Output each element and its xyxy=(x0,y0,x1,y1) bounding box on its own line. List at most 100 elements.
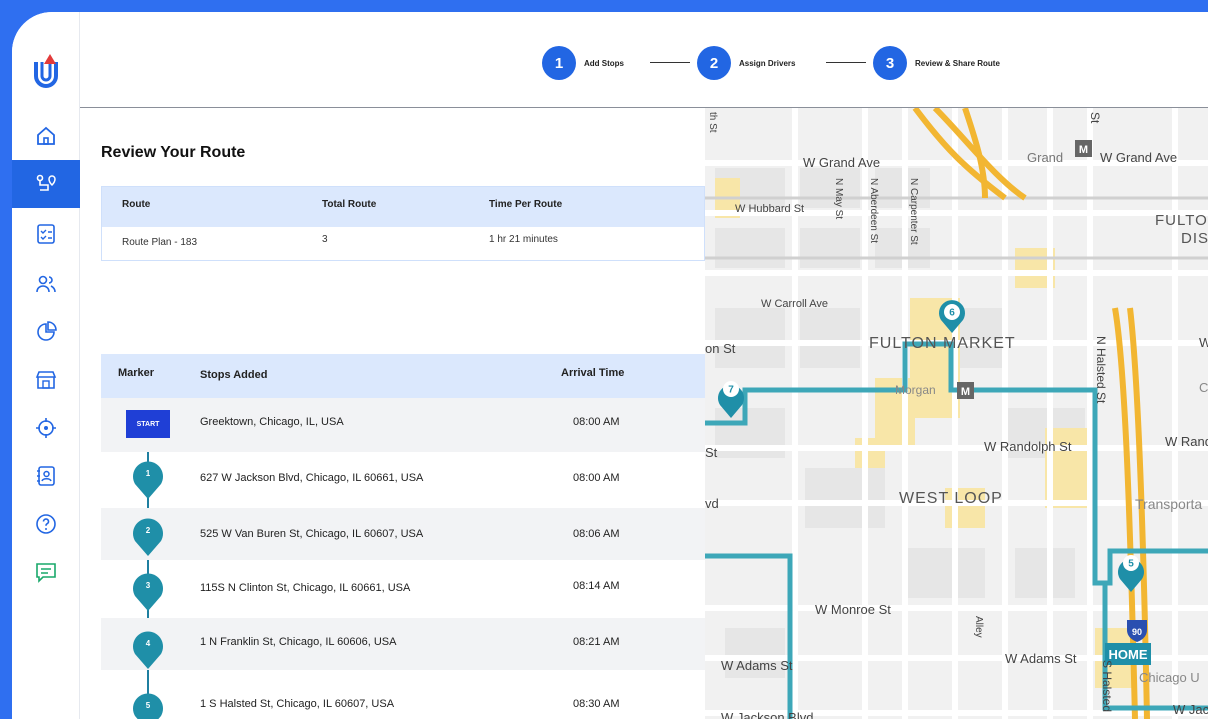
column-header: Stops Added xyxy=(200,369,268,381)
place-label: Grand xyxy=(1027,150,1064,165)
shield-number: 90 xyxy=(1132,627,1142,637)
sidebar xyxy=(12,12,80,719)
svg-text:M: M xyxy=(961,386,970,398)
users-icon xyxy=(36,275,56,293)
place-label: Chicago U xyxy=(1139,670,1200,685)
step-number: 3 xyxy=(873,46,907,80)
table-row[interactable]: 3 115S N Clinton St, Chicago, IL 60661, … xyxy=(101,560,705,618)
map-canvas[interactable]: 6 7 5 HOME 90 M M xyxy=(705,108,1208,719)
stop-address: 1 N Franklin St, Chicago, IL 60606, USA xyxy=(200,636,397,648)
column-header: Route xyxy=(122,199,151,210)
street-label: W Grand Ave xyxy=(803,155,881,170)
stop-marker-pin: 2 xyxy=(131,517,165,557)
street-label: N Aberdeen St xyxy=(868,178,879,244)
stop-address: Greektown, Chicago, IL, USA xyxy=(200,416,344,428)
marker-number: 4 xyxy=(145,639,151,648)
street-label: W Adams St xyxy=(1005,651,1077,666)
marker-number: 2 xyxy=(145,526,151,535)
marker-number: 7 xyxy=(728,385,734,396)
street-label: N Halsted St xyxy=(1094,336,1108,404)
nav-drivers[interactable] xyxy=(12,260,80,308)
route-icon xyxy=(36,174,56,191)
street-label: on St xyxy=(705,341,736,356)
arrival-time: 08:06 AM xyxy=(573,528,620,540)
nav-tasks[interactable] xyxy=(12,210,80,258)
route-name: Route Plan - 183 xyxy=(122,237,198,248)
home-label: HOME xyxy=(1109,647,1148,662)
app-logo[interactable] xyxy=(28,50,64,94)
stop-address: 115S N Clinton St, Chicago, IL 60661, US… xyxy=(200,582,411,594)
street-label: Alley xyxy=(973,616,984,638)
table-row[interactable]: 1 627 W Jackson Blvd, Chicago, IL 60661,… xyxy=(101,452,705,508)
arrival-time: 08:00 AM xyxy=(573,416,620,428)
route-summary-table: Route Total Route Time Per Route Route P… xyxy=(101,186,705,261)
street-label: W Hubbard St xyxy=(735,203,805,215)
column-header: Marker xyxy=(118,367,155,379)
stop-address: 1 S Halsted St, Chicago, IL 60607, USA xyxy=(200,698,395,710)
street-label: W Rand xyxy=(1165,434,1208,449)
place-label: Transporta xyxy=(1135,496,1203,512)
street-label: N Carpenter St xyxy=(908,178,919,245)
table-row[interactable]: START Greektown, Chicago, IL, USA 08:00 … xyxy=(101,398,705,452)
street-label: W Monroe St xyxy=(815,602,891,617)
step-number: 2 xyxy=(697,46,731,80)
street-label: th St xyxy=(707,112,718,133)
district-label: WEST LOOP xyxy=(899,490,1003,507)
stepper-bar: 1 Add Stops 2 Assign Drivers 3 Review & … xyxy=(80,12,1208,108)
column-header: Time Per Route xyxy=(489,199,563,210)
step-number: 1 xyxy=(542,46,576,80)
street-label: St xyxy=(705,445,718,460)
marker-number: 5 xyxy=(145,701,151,710)
table-row[interactable]: 2 525 W Van Buren St, Chicago, IL 60607,… xyxy=(101,508,705,560)
step-assign-drivers[interactable]: 2 Assign Drivers xyxy=(697,46,795,80)
marker-number: 3 xyxy=(145,581,151,590)
step-divider xyxy=(826,62,866,63)
nav-help[interactable] xyxy=(12,500,80,548)
street-label: W Jackson Blvd xyxy=(721,710,814,719)
street-label: vd xyxy=(705,496,719,511)
nav-contacts[interactable] xyxy=(12,452,80,500)
marker-number: 5 xyxy=(1128,559,1134,570)
step-add-stops[interactable]: 1 Add Stops xyxy=(542,46,624,80)
review-panel: Review Your Route Route Total Route Time… xyxy=(80,108,705,719)
street-label: W Jac xyxy=(1173,702,1208,717)
table-row[interactable]: 4 1 N Franklin St, Chicago, IL 60606, US… xyxy=(101,618,705,670)
start-marker: START xyxy=(126,410,170,438)
help-icon xyxy=(36,514,56,534)
district-label: FULTO xyxy=(1155,212,1208,229)
step-review-share[interactable]: 3 Review & Share Route xyxy=(873,46,1000,80)
street-label: W Grand Ave xyxy=(1100,150,1178,165)
column-header: Arrival Time xyxy=(561,367,625,379)
step-label: Assign Drivers xyxy=(739,58,796,68)
street-label: N May St xyxy=(833,178,844,220)
stop-marker-pin: 1 xyxy=(131,460,165,500)
step-label: Review & Share Route xyxy=(915,58,1000,68)
nav-analytics[interactable] xyxy=(12,308,80,356)
store-icon xyxy=(35,371,57,389)
nav-tracking[interactable] xyxy=(12,404,80,452)
table-row[interactable]: 5 1 S Halsted St, Chicago, IL 60607, USA… xyxy=(101,670,705,719)
table-row[interactable]: Route Plan - 183 3 1 hr 21 minutes xyxy=(102,227,704,261)
step-divider xyxy=(650,62,690,63)
route-map[interactable]: 6 7 5 HOME 90 M M W Grand Ave Grand W Gr… xyxy=(705,108,1208,719)
nav-routes[interactable] xyxy=(12,160,80,208)
stops-header: Marker Stops Added Arrival Time xyxy=(101,354,705,398)
nav-store[interactable] xyxy=(12,356,80,404)
marker-number: 6 xyxy=(949,308,955,319)
nav-chat[interactable] xyxy=(12,548,80,596)
svg-text:M: M xyxy=(1079,144,1088,156)
step-label: Add Stops xyxy=(584,58,624,68)
place-label: C xyxy=(1199,380,1208,395)
stop-marker-pin: 5 xyxy=(131,692,165,719)
street-label: S Halsted xyxy=(1100,660,1114,713)
street-label: W xyxy=(1199,335,1208,350)
total-route: 3 xyxy=(322,234,328,245)
home-icon xyxy=(37,126,55,145)
nav-home[interactable] xyxy=(12,112,80,160)
time-per-route: 1 hr 21 minutes xyxy=(489,234,558,245)
stop-address: 525 W Van Buren St, Chicago, IL 60607, U… xyxy=(200,528,424,540)
chat-icon xyxy=(36,563,56,583)
district-label: DIST xyxy=(1181,230,1208,247)
summary-header: Route Total Route Time Per Route xyxy=(102,187,704,227)
street-label: W Randolph St xyxy=(984,439,1072,454)
